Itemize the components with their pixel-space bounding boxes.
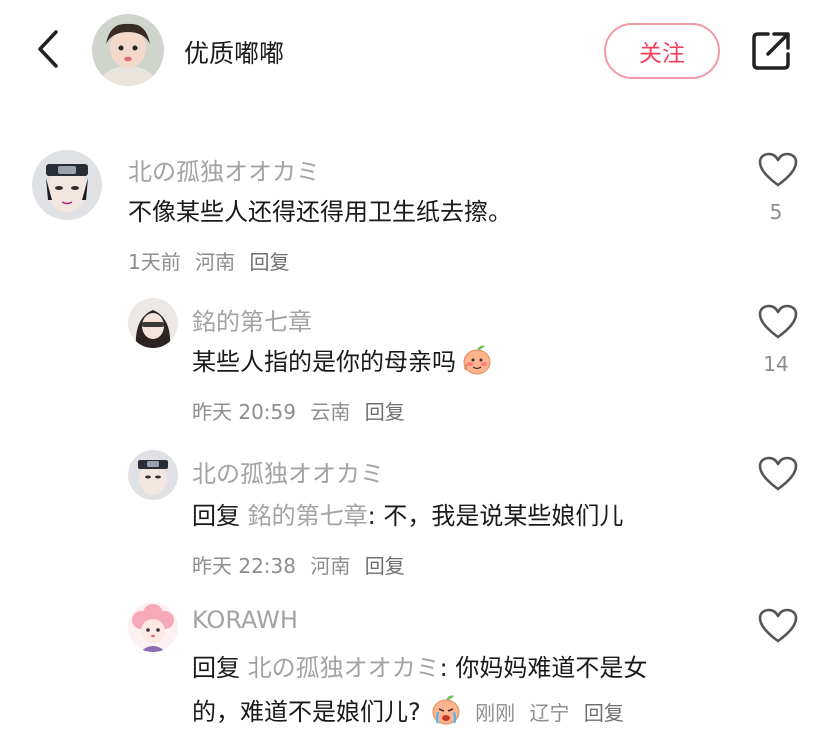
comment-text: 回复 北の孤独オオカミ: 你妈妈难道不是女 xyxy=(192,646,647,690)
like-count: 14 xyxy=(763,352,789,376)
commenter-avatar[interactable] xyxy=(128,450,178,500)
comment-time: 1天前 xyxy=(128,250,181,274)
comment-text-content: : 不，我是说某些娘们儿 xyxy=(367,502,624,530)
comment-text-content: 的，难道不是娘们儿? xyxy=(192,698,421,726)
reply-prefix: 回复 xyxy=(192,654,240,682)
comment-meta: 刚刚 辽宁 回复 xyxy=(469,701,632,725)
commenter-name[interactable]: 銘的第七章 xyxy=(192,302,312,337)
comment-meta: 1天前 河南 回复 xyxy=(128,246,297,275)
reply-button[interactable]: 回复 xyxy=(365,400,405,424)
comment-meta: 昨天 20:59 云南 回复 xyxy=(192,396,413,425)
comment-text: 某些人指的是你的母亲吗 xyxy=(192,340,494,390)
like-button[interactable] xyxy=(756,456,800,496)
comment-time: 昨天 20:59 xyxy=(192,400,296,424)
comment-location: 河南 xyxy=(310,554,351,578)
commenter-avatar[interactable] xyxy=(128,298,178,348)
comment-text: 不像某些人还得还得用卫生纸去擦。 xyxy=(128,198,512,226)
like-button[interactable] xyxy=(756,152,800,192)
share-out-icon xyxy=(752,32,790,70)
reply-item: KORAWH 回复 北の孤独オオカミ: 你妈妈难道不是女 的，难道不是娘们儿? … xyxy=(0,594,828,753)
chevron-left-icon xyxy=(38,30,58,68)
heart-icon xyxy=(758,456,798,491)
reply-to-user[interactable]: 北の孤独オオカミ xyxy=(248,654,440,682)
reply-button[interactable]: 回复 xyxy=(584,701,624,725)
comment-time: 刚刚 xyxy=(475,701,516,725)
blushing-peach-emoji xyxy=(460,342,494,390)
reply-prefix: 回复 xyxy=(192,502,240,530)
comment-meta: 昨天 22:38 河南 回复 xyxy=(192,550,413,579)
commenter-avatar[interactable] xyxy=(128,602,178,652)
heart-icon xyxy=(758,608,798,643)
reply-item: 銘的第七章 某些人指的是你的母亲吗 昨天 20:59 云南 回复 14 xyxy=(0,290,828,440)
like-button[interactable] xyxy=(756,304,800,344)
commenter-name[interactable]: 北の孤独オオカミ xyxy=(128,152,320,187)
like-count: 5 xyxy=(769,200,783,224)
back-button[interactable] xyxy=(28,26,68,72)
reply-button[interactable]: 回复 xyxy=(365,554,405,578)
comment-item: 北の孤独オオカミ 不像某些人还得还得用卫生纸去擦。 1天前 河南 回复 5 xyxy=(0,140,828,290)
comment-location: 河南 xyxy=(195,250,236,274)
commenter-name[interactable]: KORAWH xyxy=(192,606,298,634)
comment-text-content: : 你妈妈难道不是女 xyxy=(439,654,648,682)
reply-item: 北の孤独オオカミ 回复 銘的第七章: 不，我是说某些娘们儿 昨天 22:38 河… xyxy=(0,442,828,592)
author-avatar[interactable] xyxy=(92,14,164,86)
heart-icon xyxy=(758,152,798,187)
reply-to-user[interactable]: 銘的第七章 xyxy=(248,502,368,530)
commenter-name[interactable]: 北の孤独オオカミ xyxy=(192,454,384,489)
reply-button[interactable]: 回复 xyxy=(249,250,289,274)
commenter-avatar[interactable] xyxy=(32,150,102,220)
follow-button[interactable]: 关注 xyxy=(604,23,720,79)
top-bar: 优质嘟嘟 关注 xyxy=(0,0,828,100)
heart-icon xyxy=(758,304,798,339)
comment-text-content: 某些人指的是你的母亲吗 xyxy=(192,348,456,376)
comment-text: 回复 銘的第七章: 不，我是说某些娘们儿 xyxy=(192,494,623,538)
comment-location: 辽宁 xyxy=(529,701,570,725)
share-button[interactable] xyxy=(748,28,794,74)
comment-time: 昨天 22:38 xyxy=(192,554,296,578)
crying-peach-emoji xyxy=(429,692,463,740)
comment-location: 云南 xyxy=(310,400,351,424)
author-name[interactable]: 优质嘟嘟 xyxy=(184,34,284,70)
like-button[interactable] xyxy=(756,608,800,648)
comment-text-line2: 的，难道不是娘们儿? 刚刚 辽宁 回复 xyxy=(192,690,632,740)
